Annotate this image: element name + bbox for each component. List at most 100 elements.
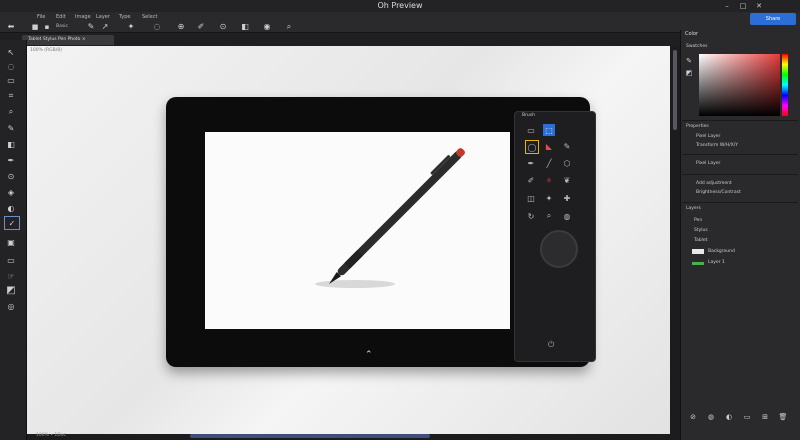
adjust-item[interactable]: Add adjustment: [696, 181, 732, 186]
menu-image[interactable]: Image: [75, 14, 91, 20]
swatches-title: Swatches: [686, 44, 708, 49]
move-tool-icon[interactable]: ↖: [4, 46, 18, 58]
pen-nib-icon[interactable]: ✒: [525, 157, 537, 169]
circle-tool-icon[interactable]: ◯: [525, 140, 539, 154]
blur-icon[interactable]: ◉: [262, 22, 272, 31]
dodge-tool-icon[interactable]: ◐: [4, 202, 18, 214]
heal-icon[interactable]: ✚: [561, 192, 573, 204]
window-title: Oh Preview: [377, 1, 423, 10]
eraser-icon[interactable]: ◧: [240, 22, 250, 31]
layer-thumbnail: [692, 249, 704, 254]
tablet-screen: [205, 132, 510, 329]
shape-tool-icon[interactable]: ▣: [4, 236, 18, 248]
divider: [682, 120, 798, 121]
line-icon[interactable]: ╱: [543, 157, 555, 169]
stylus-pen-image: [315, 148, 465, 288]
eyedropper-icon[interactable]: ✧: [543, 174, 555, 186]
target-icon[interactable]: ⊕: [176, 22, 186, 31]
new-layer-icon[interactable]: ⊞: [760, 412, 770, 421]
hand-tool-icon[interactable]: ☞: [4, 270, 18, 282]
select-icon[interactable]: ⬚: [543, 124, 555, 136]
brush-icon[interactable]: ✐: [196, 22, 206, 31]
pen-icon[interactable]: ✎: [86, 22, 96, 31]
lasso-tool-icon[interactable]: ◌: [4, 60, 18, 72]
brush-tool-icon[interactable]: ✎: [4, 122, 18, 134]
maximize-icon[interactable]: □: [738, 1, 748, 11]
canvas-zoom-label: 100% (RGB/8): [30, 48, 62, 53]
properties-item[interactable]: Transform W/H/X/Y: [696, 143, 738, 148]
menu-select[interactable]: Select: [142, 14, 157, 20]
horizontal-scrollbar[interactable]: [190, 434, 430, 438]
leaf-icon[interactable]: ❦: [561, 174, 573, 186]
menu-layer[interactable]: Layer: [96, 14, 110, 20]
wand-icon[interactable]: ✦: [126, 22, 136, 31]
layer-row[interactable]: Layer 1: [708, 260, 725, 265]
divider: [682, 174, 798, 175]
check-tool-icon[interactable]: ✓: [4, 216, 20, 230]
smudge-icon[interactable]: ✐: [525, 174, 537, 186]
color-swatch-icon[interactable]: ◩: [4, 284, 18, 296]
adjust-item[interactable]: Brightness/Contrast: [696, 190, 741, 195]
search-icon[interactable]: ⌕: [543, 210, 555, 222]
eraser-tool-icon[interactable]: ◧: [4, 138, 18, 150]
fill-tool-icon[interactable]: ◈: [4, 186, 18, 198]
hue-slider[interactable]: [782, 54, 788, 116]
minimize-icon[interactable]: –: [722, 1, 732, 11]
document-tab[interactable]: Tablet Stylus Pen Photo ×: [22, 35, 114, 45]
zoom-tool-icon[interactable]: ⌕: [4, 106, 18, 118]
tools-panel: ↖ ◌ ▭ ⌗ ⌕ ✎ ◧ ✒ ⊙ ◈ ◐ ✓ ▣ ▭ ☞ ◩ ◎: [0, 40, 27, 440]
crop-tool-icon[interactable]: ⌗: [4, 90, 18, 102]
scroll-dial[interactable]: [540, 230, 578, 268]
fx-icon[interactable]: ◍: [706, 412, 716, 421]
menu-file[interactable]: File: [37, 14, 45, 20]
menu-edit[interactable]: Edit: [56, 14, 66, 20]
properties-item[interactable]: Pixel Layer: [696, 134, 720, 139]
stamp-tool-icon[interactable]: ⊙: [4, 170, 18, 182]
fg-bg-swap-icon[interactable]: ◩: [684, 68, 694, 77]
mode-label[interactable]: Basic: [56, 24, 68, 29]
marquee-tool-icon[interactable]: ▭: [4, 74, 18, 86]
link-icon[interactable]: ⊘: [688, 412, 698, 421]
clone-icon[interactable]: ◫: [525, 192, 537, 204]
quickmask-icon[interactable]: ◎: [4, 300, 18, 312]
share-button[interactable]: Share: [750, 13, 796, 25]
layer-row[interactable]: Background: [708, 249, 735, 254]
trash-icon[interactable]: 🗑: [778, 412, 788, 421]
divider: [682, 202, 798, 203]
text-tool-icon[interactable]: ▭: [4, 254, 18, 266]
sphere-icon[interactable]: ◍: [561, 210, 573, 222]
home-icon[interactable]: ⬅: [4, 22, 18, 31]
lasso-icon[interactable]: ◌: [152, 22, 162, 31]
red-brush-icon[interactable]: ◣: [543, 140, 555, 152]
mask-icon[interactable]: ◐: [724, 412, 734, 421]
close-icon[interactable]: ✕: [754, 1, 764, 11]
arrow-icon[interactable]: ↗: [100, 22, 110, 31]
layers-icon[interactable]: ▭: [525, 124, 537, 136]
transform-icon[interactable]: ⬡: [561, 157, 573, 169]
layer-row[interactable]: Tablet: [694, 238, 707, 243]
stamp-icon[interactable]: ⊙: [218, 22, 228, 31]
layers-title: Layers: [686, 206, 701, 211]
layer-row[interactable]: Stylus: [694, 228, 708, 233]
vertical-scrollbar[interactable]: [673, 50, 677, 130]
color-picker-field[interactable]: [699, 54, 780, 116]
status-bar-text: 100% • 1Doc: [36, 433, 66, 438]
zoom-icon[interactable]: ⌕: [284, 22, 294, 31]
wand-tool-icon[interactable]: ✦: [543, 192, 555, 204]
pencil-icon[interactable]: ✎: [561, 140, 573, 152]
layer-row[interactable]: Pen: [694, 218, 702, 223]
pixel-layer-title: Pixel Layer: [696, 161, 721, 166]
power-icon[interactable]: ⏻: [548, 340, 554, 350]
rotate-icon[interactable]: ↻: [525, 210, 537, 222]
panel-tab-color[interactable]: Color: [685, 31, 698, 37]
pen-tool-icon[interactable]: ✒: [4, 154, 18, 166]
chevron-up-icon[interactable]: ⌃: [365, 350, 373, 360]
folder-icon[interactable]: ▭: [742, 412, 752, 421]
tablet-panel-title: Brush: [522, 113, 535, 118]
properties-title: Properties: [686, 124, 709, 129]
divider: [682, 154, 798, 155]
fill-icon[interactable]: ▪: [42, 22, 52, 31]
square-icon[interactable]: ■: [30, 22, 40, 31]
menu-type[interactable]: Type: [119, 14, 130, 20]
eyedropper-panel-icon[interactable]: ✎: [684, 56, 694, 65]
